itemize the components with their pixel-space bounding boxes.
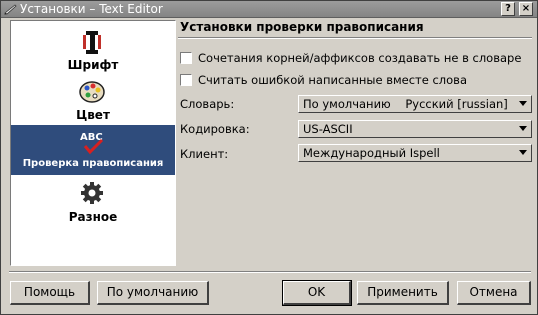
defaults-button[interactable]: По умолчанию: [97, 281, 209, 305]
sidebar-item-spellcheck[interactable]: ABC Проверка правописания: [11, 125, 175, 175]
cancel-button[interactable]: Отмена: [457, 281, 531, 305]
category-sidebar: Шрифт Цвет ABC Проверка правописания Раз…: [10, 20, 176, 266]
help-button[interactable]: Помощь: [10, 281, 90, 305]
chevron-down-icon: [519, 126, 527, 131]
encoding-value: US-ASCII: [303, 122, 353, 136]
title-bar[interactable]: Установки – Text Editor ? ×: [1, 1, 537, 18]
chevron-down-icon: [519, 150, 527, 155]
sidebar-item-label: Цвет: [76, 108, 110, 122]
encoding-select[interactable]: US-ASCII: [298, 120, 532, 138]
window-title: Установки – Text Editor: [20, 2, 163, 16]
check-roots-checkbox[interactable]: [180, 52, 192, 64]
sidebar-item-label: Проверка правописания: [22, 158, 164, 169]
help-title-button[interactable]: ?: [501, 2, 515, 16]
check-roots-label: Сочетания корней/аффиксов создавать не в…: [198, 51, 522, 65]
check-joined-checkbox[interactable]: [180, 74, 192, 86]
app-icon: [4, 4, 17, 15]
gear-icon: [81, 182, 103, 204]
sidebar-item-label: Шрифт: [67, 58, 119, 72]
client-label: Клиент:: [180, 147, 229, 161]
dictionary-value: По умолчанию Русский [russian]: [303, 97, 508, 111]
section-title: Установки проверки правописания: [180, 20, 424, 34]
apply-button[interactable]: Применить: [357, 281, 449, 305]
sidebar-item-label: Разное: [68, 210, 118, 224]
section-divider: [178, 37, 532, 39]
button-divider: [9, 271, 531, 273]
client-select[interactable]: Международный Ispell: [298, 144, 532, 162]
dictionary-label: Словарь:: [180, 97, 235, 111]
palette-icon: [79, 81, 105, 103]
dictionary-select[interactable]: По умолчанию Русский [russian]: [298, 95, 532, 113]
sidebar-item-misc[interactable]: Разное: [11, 177, 175, 227]
settings-dialog: Установки – Text Editor ? × Шрифт Цвет A…: [0, 0, 538, 315]
client-value: Международный Ispell: [303, 146, 440, 160]
check-joined-label: Считать ошибкой написанные вместе слова: [198, 73, 468, 87]
encoding-label: Кодировка:: [180, 122, 250, 136]
ok-button[interactable]: OK: [282, 280, 352, 306]
sidebar-item-font[interactable]: Шрифт: [11, 25, 175, 75]
sidebar-item-color[interactable]: Цвет: [11, 75, 175, 125]
spellcheck-icon: ABC: [80, 132, 104, 155]
font-icon: [83, 31, 101, 54]
close-title-button[interactable]: ×: [519, 2, 533, 16]
chevron-down-icon: [519, 101, 527, 106]
